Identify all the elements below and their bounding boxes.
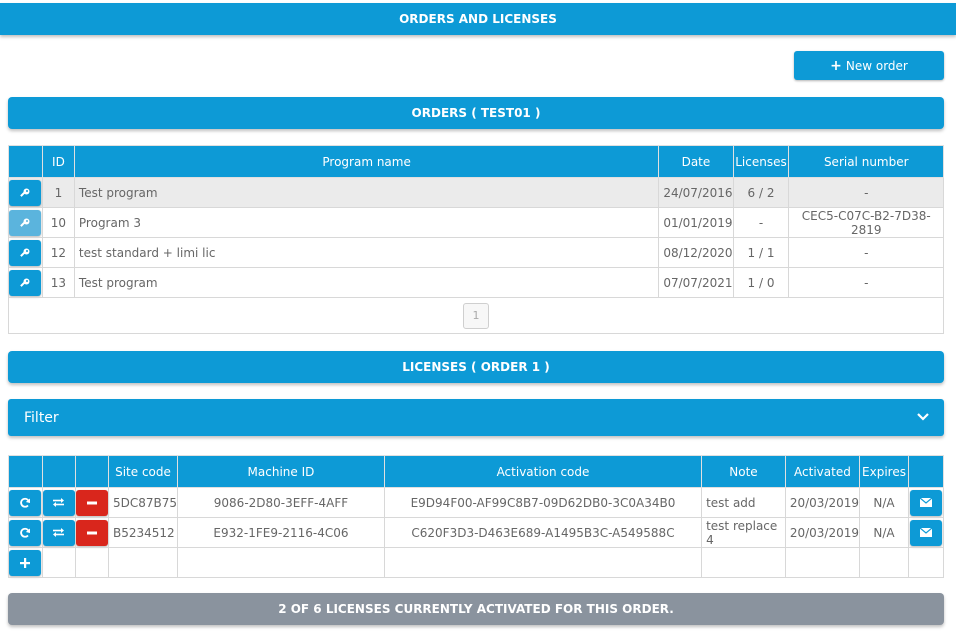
licenses-col-note: Note [701, 455, 786, 488]
licenses-col-refresh [8, 455, 43, 488]
order-program: Test program [73, 267, 660, 298]
licenses-table: Site code Machine ID Activation code Not… [8, 455, 945, 578]
plus-icon [20, 557, 31, 568]
licenses-section-title: LICENSES ( ORDER 1 ) [8, 351, 944, 383]
licenses-header-row: Site code Machine ID Activation code Not… [8, 455, 945, 488]
licenses-col-machine: Machine ID [177, 455, 385, 488]
licenses-col-activation: Activation code [383, 455, 703, 488]
activation-code: E9D94F00-AF99C8B7-09D62DB0-3C0A34B0 [383, 487, 703, 518]
site-code: B5234512 [107, 517, 179, 548]
key-icon[interactable] [9, 269, 42, 296]
site-code: 5DC87B75 [107, 487, 179, 518]
chevron-down-icon [916, 410, 930, 426]
order-id: 1 [41, 177, 75, 208]
table-row[interactable]: 10 Program 3 01/01/2019 - CEC5-C07C-B2-7… [8, 207, 944, 238]
orders-col-action [8, 145, 43, 178]
licenses-col-remove [74, 455, 109, 488]
orders-col-licenses: Licenses [732, 145, 790, 178]
order-serial: - [788, 267, 944, 298]
order-id: 12 [41, 237, 75, 268]
filter-label: Filter [24, 409, 59, 426]
envelope-icon[interactable] [909, 489, 942, 516]
page-button[interactable]: 1 [463, 302, 489, 329]
orders-header-row: ID Program name Date Licenses Serial num… [8, 145, 944, 178]
new-order-button[interactable]: + New order [794, 51, 944, 80]
orders-col-date: Date [658, 145, 734, 178]
key-icon[interactable] [9, 209, 42, 236]
licenses-col-swap [41, 455, 76, 488]
order-date: 24/07/2016 [658, 177, 734, 208]
table-row[interactable]: 1 Test program 24/07/2016 6 / 2 - [8, 177, 944, 208]
order-serial: - [788, 177, 944, 208]
licenses-col-expires: Expires [859, 455, 909, 488]
orders-col-program: Program name [73, 145, 660, 178]
activation-code: C620F3D3-D463E689-A1495B3C-A549588C [383, 517, 703, 548]
licenses-col-site: Site code [107, 455, 179, 488]
envelope-icon[interactable] [909, 519, 942, 546]
license-note: test add [701, 487, 786, 518]
licenses-col-activated: Activated [784, 455, 861, 488]
order-date: 01/01/2019 [658, 207, 734, 238]
activation-status: 2 OF 6 LICENSES CURRENTLY ACTIVATED FOR … [8, 593, 944, 625]
order-program: test standard + limi lic [73, 237, 660, 268]
pagination: 1 [8, 297, 944, 334]
expires: N/A [859, 517, 909, 548]
orders-section-title: ORDERS ( TEST01 ) [8, 97, 944, 129]
order-id: 13 [41, 267, 75, 298]
add-row [8, 547, 945, 578]
order-program: Program 3 [73, 207, 660, 238]
orders-table: ID Program name Date Licenses Serial num… [8, 145, 944, 334]
order-licenses: 1 / 1 [732, 237, 790, 268]
license-note: test replace 4 [701, 517, 786, 548]
licenses-col-mail [907, 455, 945, 488]
order-licenses: - [732, 207, 790, 238]
table-row: 5DC87B75 9086-2D80-3EFF-4AFF E9D94F00-AF… [8, 487, 945, 518]
table-row[interactable]: 12 test standard + limi lic 08/12/2020 1… [8, 237, 944, 268]
key-icon[interactable] [9, 179, 42, 206]
activated-date: 20/03/2019 [784, 517, 861, 548]
machine-id: E932-1FE9-2116-4C06 [177, 517, 385, 548]
table-row: B5234512 E932-1FE9-2116-4C06 C620F3D3-D4… [8, 517, 945, 548]
order-date: 08/12/2020 [658, 237, 734, 268]
minus-icon[interactable] [75, 489, 108, 516]
plus-icon: + [830, 57, 842, 74]
order-date: 07/07/2021 [658, 267, 734, 298]
swap-icon[interactable] [42, 489, 75, 516]
activated-date: 20/03/2019 [784, 487, 861, 518]
expires: N/A [859, 487, 909, 518]
order-serial: - [788, 237, 944, 268]
filter-toggle[interactable]: Filter [8, 399, 944, 436]
orders-col-id: ID [41, 145, 75, 178]
key-icon[interactable] [9, 239, 42, 266]
refresh-icon[interactable] [9, 519, 42, 546]
orders-col-serial: Serial number [788, 145, 944, 178]
order-licenses: 6 / 2 [732, 177, 790, 208]
machine-id: 9086-2D80-3EFF-4AFF [177, 487, 385, 518]
order-id: 10 [41, 207, 75, 238]
refresh-icon[interactable] [9, 489, 42, 516]
page-title: ORDERS AND LICENSES [0, 3, 956, 35]
order-serial: CEC5-C07C-B2-7D38-2819 [788, 207, 944, 238]
minus-icon[interactable] [75, 519, 108, 546]
add-license-button[interactable] [9, 549, 42, 576]
table-row[interactable]: 13 Test program 07/07/2021 1 / 0 - [8, 267, 944, 298]
new-order-label: New order [845, 58, 908, 73]
order-licenses: 1 / 0 [732, 267, 790, 298]
swap-icon[interactable] [42, 519, 75, 546]
order-program: Test program [73, 177, 660, 208]
